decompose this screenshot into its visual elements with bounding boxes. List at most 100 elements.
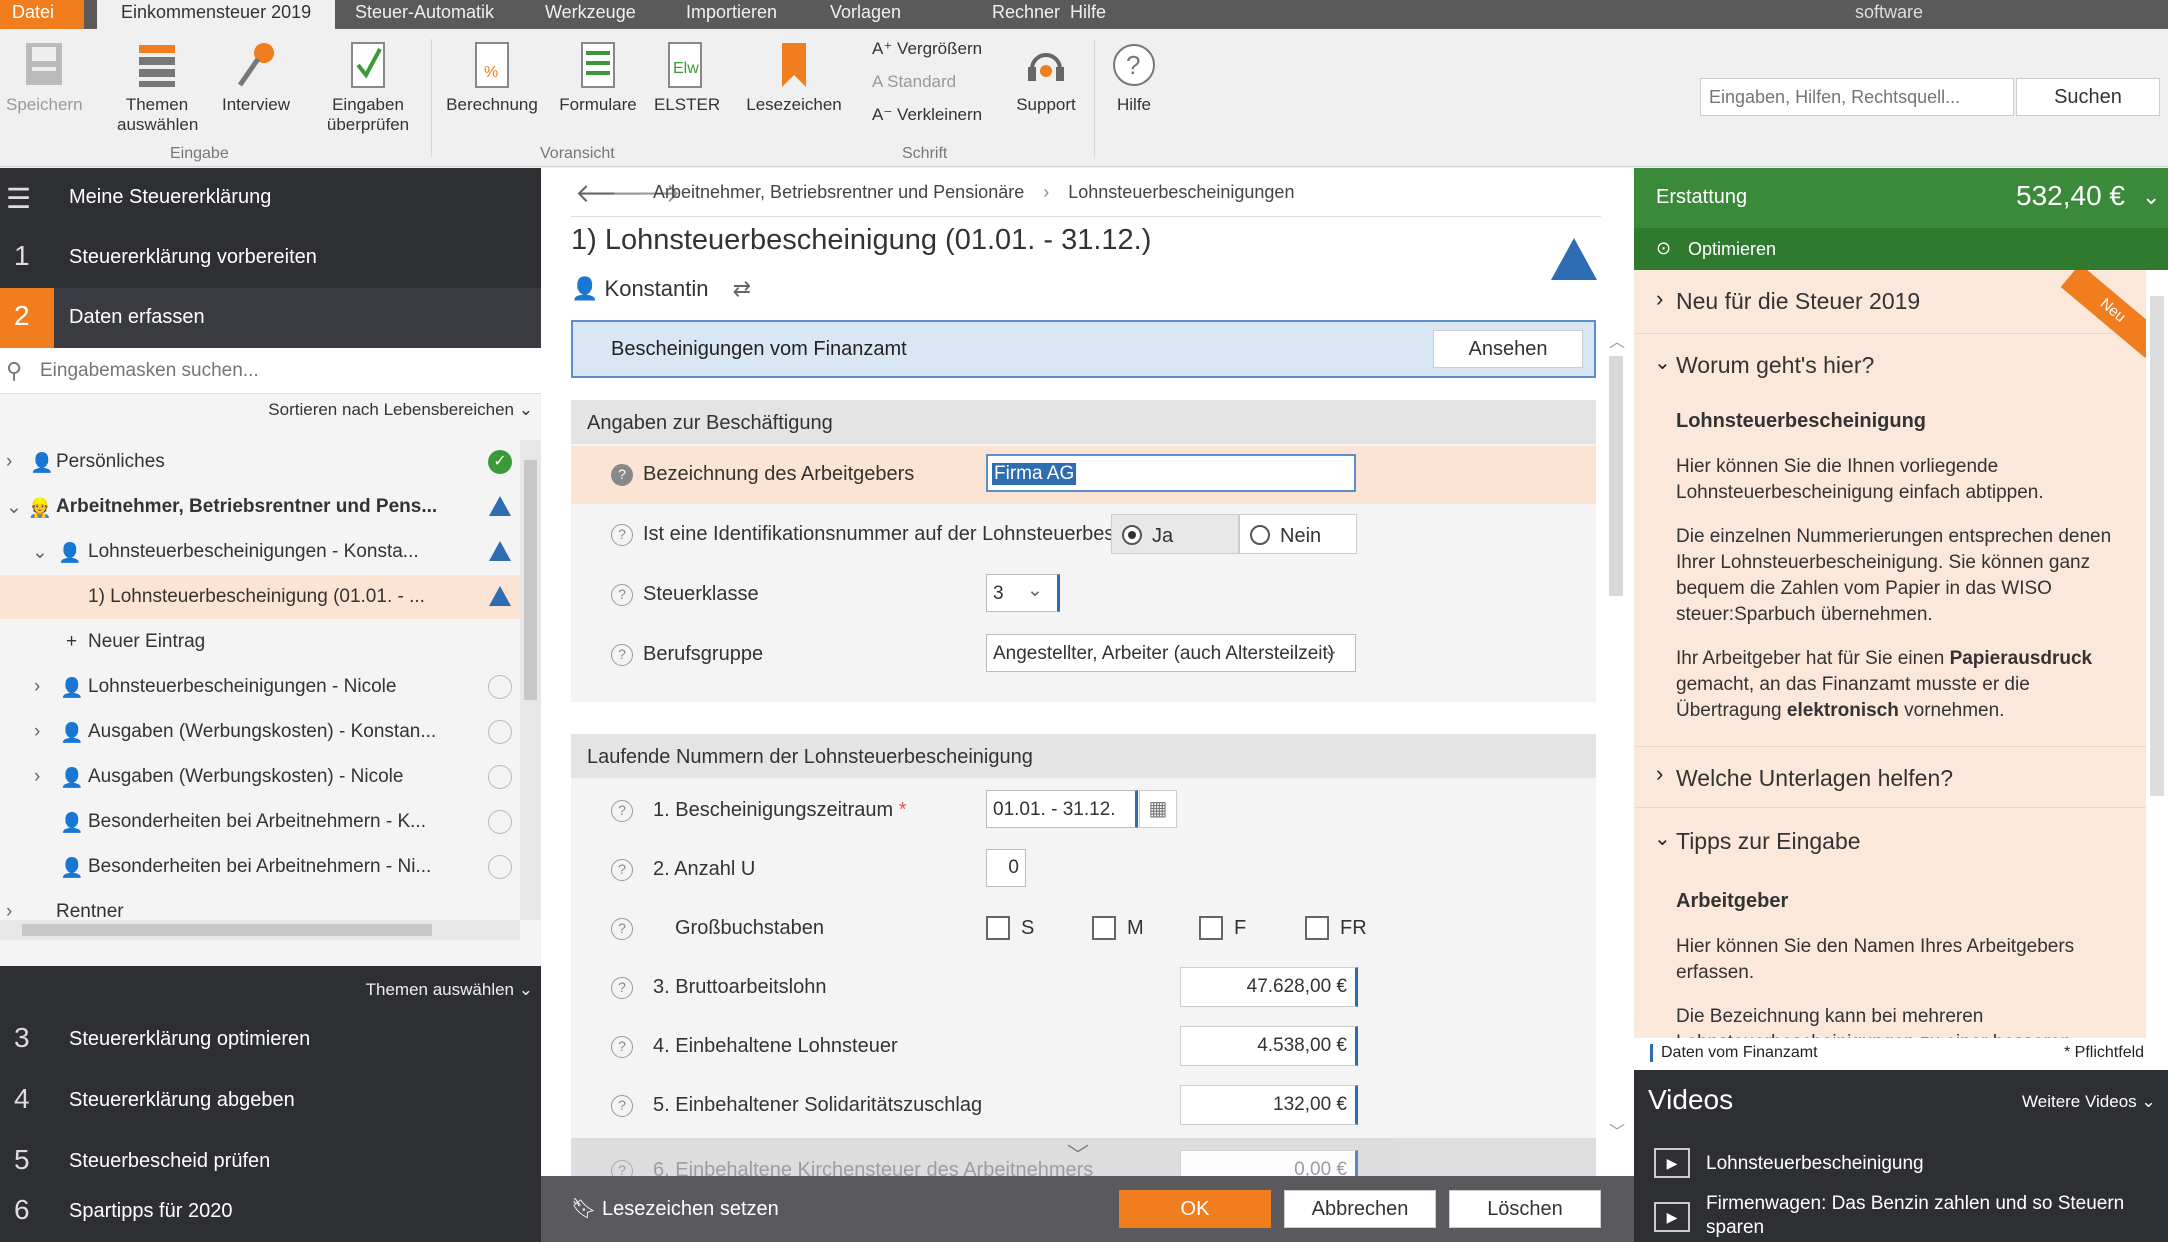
period-input[interactable]: 01.01. - 31.12. [986,790,1138,828]
church-tax-input[interactable]: 0,00 € [1180,1150,1358,1176]
accordion-new[interactable]: › Neu für die Steuer 2019 Neu [1634,270,2146,358]
menu-tab-datei[interactable]: Datei [0,0,84,29]
themes-button[interactable]: Themen auswählen [112,41,202,135]
bookmark-set[interactable]: 🔖︎ Lesezeichen setzen [571,1196,779,1221]
support-button[interactable]: Support [1010,41,1082,115]
checkbox-f[interactable] [1199,916,1223,940]
calendar-icon[interactable]: ▦ [1139,790,1177,828]
help-question-icon[interactable]: ? [611,464,633,486]
menu-tab-einkommensteuer[interactable]: Einkommensteuer 2019 [97,0,336,29]
help-question-icon[interactable]: ? [611,800,633,822]
scrollbar-thumb[interactable] [2150,296,2164,796]
optimize-bar[interactable]: ⊙ Optimieren [1634,228,2168,270]
menu-tab-rechner[interactable]: Rechner [992,0,1060,29]
job-select[interactable]: Angestellter, Arbeiter (auch Altersteilz… [986,634,1356,672]
tree-item-rentner[interactable]: › Rentner [0,890,520,920]
view-button[interactable]: Ansehen [1433,330,1583,368]
step-4[interactable]: 4 Steuererklärung abgeben [0,1071,541,1131]
ok-button[interactable]: OK [1119,1190,1271,1228]
themes-dropdown[interactable]: Themen auswählen ⌄ [366,980,533,1000]
employer-input[interactable]: Firma AG [986,454,1356,492]
scroll-up-icon[interactable]: ︿ [1609,328,1625,352]
accordion-tips[interactable]: ⌄ Tipps zur Eingabe [1634,810,2146,872]
menu-tab-vorlagen[interactable]: Vorlagen [830,0,901,29]
help-question-icon[interactable]: ? [611,524,633,546]
horizontal-scrollbar[interactable] [0,920,520,940]
scrollbar-thumb[interactable] [22,924,432,936]
forms-button[interactable]: Formulare [556,41,640,115]
interview-button[interactable]: Interview [218,41,294,115]
scrollbar-thumb[interactable] [1609,356,1623,596]
cancel-button[interactable]: Abbrechen [1284,1190,1436,1228]
bookmarks-button[interactable]: Lesezeichen [746,41,842,115]
chevron-down-icon: ⌄ [518,400,533,419]
soli-input[interactable]: 132,00 € [1180,1085,1358,1125]
help-question-icon[interactable]: ? [611,1036,633,1058]
menu-tab-importieren[interactable]: Importieren [686,0,777,29]
tree-item-besonderheiten-k[interactable]: 👤 Besonderheiten bei Arbeitnehmern - K..… [0,800,520,844]
vertical-scrollbar[interactable] [2146,270,2168,1070]
accordion-docs[interactable]: › Welche Unterlagen helfen? [1634,746,2146,808]
accordion-worum[interactable]: ⌄ Worum geht's hier? [1634,334,2146,394]
video-item[interactable]: ▶ Firmenwagen: Das Benzin zahlen und so … [1654,1192,2154,1242]
vertical-scrollbar[interactable] [520,440,541,920]
lohnsteuer-input[interactable]: 4.538,00 € [1180,1026,1358,1066]
sort-dropdown[interactable]: Sortieren nach Lebensbereichen ⌄ [268,400,533,420]
radio-yes[interactable]: Ja [1111,514,1239,554]
menu-tab-werkzeuge[interactable]: Werkzeuge [545,0,636,29]
help-question-icon[interactable]: ? [611,918,633,940]
step-2[interactable]: 2 Daten erfassen [0,288,541,348]
breadcrumb-item[interactable]: Arbeitnehmer, Betriebsrentner und Pensio… [653,182,1024,202]
help-question-icon[interactable]: ? [611,859,633,881]
tree-item-lst-1[interactable]: 1) Lohnsteuerbescheinigung (01.01. - ... [0,575,520,619]
delete-button[interactable]: Löschen [1449,1190,1601,1228]
tree-item-besonderheiten-n[interactable]: 👤 Besonderheiten bei Arbeitnehmern - Ni.… [0,845,520,889]
help-question-icon[interactable]: ? [611,1160,633,1176]
menu-tab-hilfe[interactable]: Hilfe [1070,0,1106,29]
gross-input[interactable]: 47.628,00 € [1180,967,1358,1007]
checkbox-fr[interactable] [1305,916,1329,940]
tree-item-lst-konstantin[interactable]: ⌄ 👤 Lohnsteuerbescheinigungen - Konsta..… [0,530,520,574]
help-question-icon[interactable]: ? [611,644,633,666]
step-1[interactable]: 1 Steuererklärung vorbereiten [0,228,541,288]
save-button[interactable]: Speichern [6,41,83,115]
tree-search-input[interactable] [40,354,530,388]
font-smaller-button[interactable]: A⁻ Verkleinern [872,105,982,125]
font-standard-button[interactable]: A Standard [872,72,956,92]
tree-item-wk-konstantin[interactable]: › 👤 Ausgaben (Werbungskosten) - Konstan.… [0,710,520,754]
tree-item-new-entry[interactable]: + Neuer Eintrag [0,620,520,664]
check-button[interactable]: Eingaben überprüfen [324,41,412,135]
taxclass-select[interactable]: 3 ⌄ [986,574,1060,612]
help-button[interactable]: ? Hilfe [1108,41,1160,115]
step-6[interactable]: 6 Spartipps für 2020 [0,1182,541,1242]
video-item[interactable]: ▶ Lohnsteuerbescheinigung [1654,1146,2154,1182]
vertical-scrollbar[interactable]: ︿ ﹀ [1605,328,1627,1158]
breadcrumb-item[interactable]: Lohnsteuerbescheinigungen [1068,182,1294,202]
checkbox-s[interactable] [986,916,1010,940]
expand-chevron-icon[interactable]: ﹀ [1067,1138,1089,1170]
font-bigger-button[interactable]: A⁺ Vergrößern [872,39,982,59]
help-question-icon[interactable]: ? [611,584,633,606]
search-button[interactable]: Suchen [2016,78,2160,116]
count-u-input[interactable]: 0 [986,849,1026,887]
help-question-icon[interactable]: ? [611,1095,633,1117]
radio-no[interactable]: Nein [1239,514,1357,554]
tree-item-wk-nicole[interactable]: › 👤 Ausgaben (Werbungskosten) - Nicole [0,755,520,799]
help-question-icon[interactable]: ? [611,977,633,999]
global-search-input[interactable] [1700,78,2014,116]
menu-tab-steuer-automatik[interactable]: Steuer-Automatik [355,0,494,29]
step-3[interactable]: 3 Steuererklärung optimieren [0,1010,541,1070]
checkbox-m[interactable] [1092,916,1116,940]
swap-icon[interactable]: ⇄ [733,276,751,301]
person-selector[interactable]: 👤 Konstantin ⇄ [571,276,751,302]
tree-item-lst-nicole[interactable]: › 👤 Lohnsteuerbescheinigungen - Nicole [0,665,520,709]
refund-header[interactable]: Erstattung 532,40 € ⌄ [1634,168,2168,228]
scrollbar-thumb[interactable] [524,460,537,700]
elster-button[interactable]: Elw ELSTER [654,41,720,115]
scroll-down-icon[interactable]: ﹀ [1609,1118,1625,1142]
sidebar-header[interactable]: ☰ Meine Steuererklärung [0,168,541,228]
calculation-button[interactable]: % Berechnung [442,41,542,115]
tree-item-persoenliches[interactable]: › 👤 Persönliches ✓ [0,440,520,484]
more-videos-dropdown[interactable]: Weitere Videos ⌄ [2022,1092,2156,1112]
tree-item-arbeitnehmer[interactable]: ⌄ 👷 Arbeitnehmer, Betriebsrentner und Pe… [0,485,520,529]
